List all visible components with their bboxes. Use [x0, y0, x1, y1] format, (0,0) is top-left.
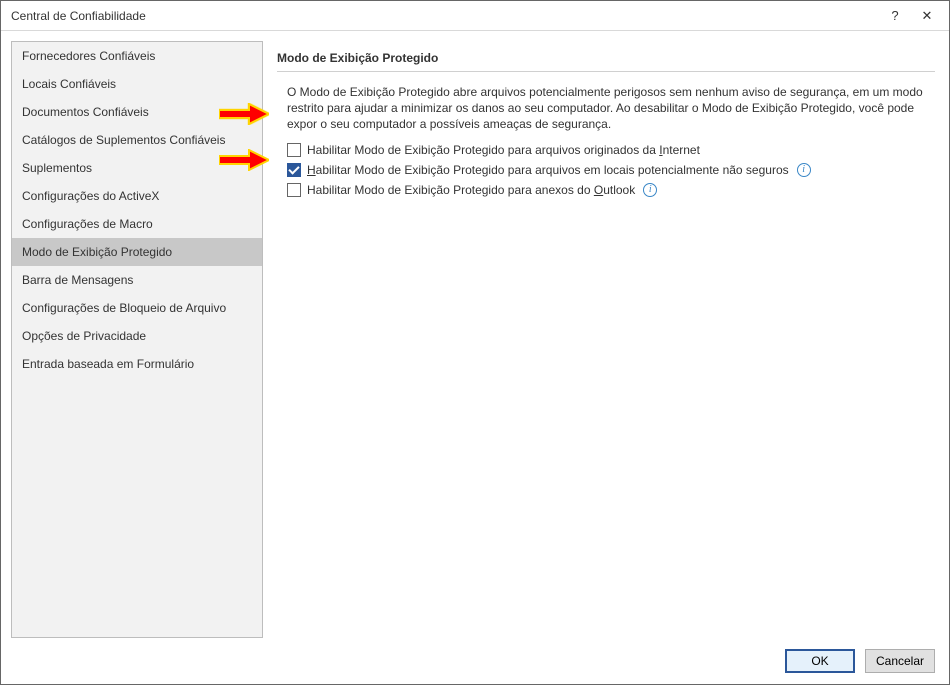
section-divider — [277, 71, 935, 72]
option-checkbox[interactable] — [287, 183, 301, 197]
sidebar-item[interactable]: Configurações de Bloqueio de Arquivo — [12, 294, 262, 322]
info-icon[interactable]: i — [643, 183, 657, 197]
dialog-footer: OK Cancelar — [1, 638, 949, 684]
option-checkbox[interactable] — [287, 143, 301, 157]
sidebar-item[interactable]: Modo de Exibição Protegido — [12, 238, 262, 266]
sidebar-item[interactable]: Entrada baseada em Formulário — [12, 350, 262, 378]
checkbox-option[interactable]: Habilitar Modo de Exibição Protegido par… — [287, 143, 935, 157]
cancel-button[interactable]: Cancelar — [865, 649, 935, 673]
sidebar-item[interactable]: Barra de Mensagens — [12, 266, 262, 294]
info-icon[interactable]: i — [797, 163, 811, 177]
sidebar-item[interactable]: Opções de Privacidade — [12, 322, 262, 350]
main-panel: Modo de Exibição Protegido O Modo de Exi… — [273, 41, 939, 638]
section-description: O Modo de Exibição Protegido abre arquiv… — [277, 84, 935, 133]
sidebar-item[interactable]: Locais Confiáveis — [12, 70, 262, 98]
option-label: Habilitar Modo de Exibição Protegido par… — [307, 143, 700, 157]
option-label: Habilitar Modo de Exibição Protegido par… — [307, 163, 789, 177]
section-title: Modo de Exibição Protegido — [277, 51, 935, 65]
options-group: Habilitar Modo de Exibição Protegido par… — [277, 143, 935, 197]
option-checkbox[interactable] — [287, 163, 301, 177]
checkbox-option[interactable]: Habilitar Modo de Exibição Protegido par… — [287, 163, 935, 177]
sidebar-item[interactable]: Configurações do ActiveX — [12, 182, 262, 210]
sidebar-item[interactable]: Suplementos — [12, 154, 262, 182]
sidebar-item[interactable]: Fornecedores Confiáveis — [12, 42, 262, 70]
sidebar-item[interactable]: Documentos Confiáveis — [12, 98, 262, 126]
ok-button[interactable]: OK — [785, 649, 855, 673]
close-button[interactable]: ✕ — [911, 5, 943, 27]
window-title: Central de Confiabilidade — [11, 9, 879, 23]
help-button[interactable]: ? — [879, 5, 911, 27]
dialog-window: Central de Confiabilidade ? ✕ Fornecedor… — [0, 0, 950, 685]
sidebar-item[interactable]: Configurações de Macro — [12, 210, 262, 238]
option-label: Habilitar Modo de Exibição Protegido par… — [307, 183, 635, 197]
sidebar-item[interactable]: Catálogos de Suplementos Confiáveis — [12, 126, 262, 154]
sidebar: Fornecedores ConfiáveisLocais Confiáveis… — [11, 41, 263, 638]
checkbox-option[interactable]: Habilitar Modo de Exibição Protegido par… — [287, 183, 935, 197]
titlebar: Central de Confiabilidade ? ✕ — [1, 1, 949, 31]
dialog-body: Fornecedores ConfiáveisLocais Confiáveis… — [1, 31, 949, 638]
